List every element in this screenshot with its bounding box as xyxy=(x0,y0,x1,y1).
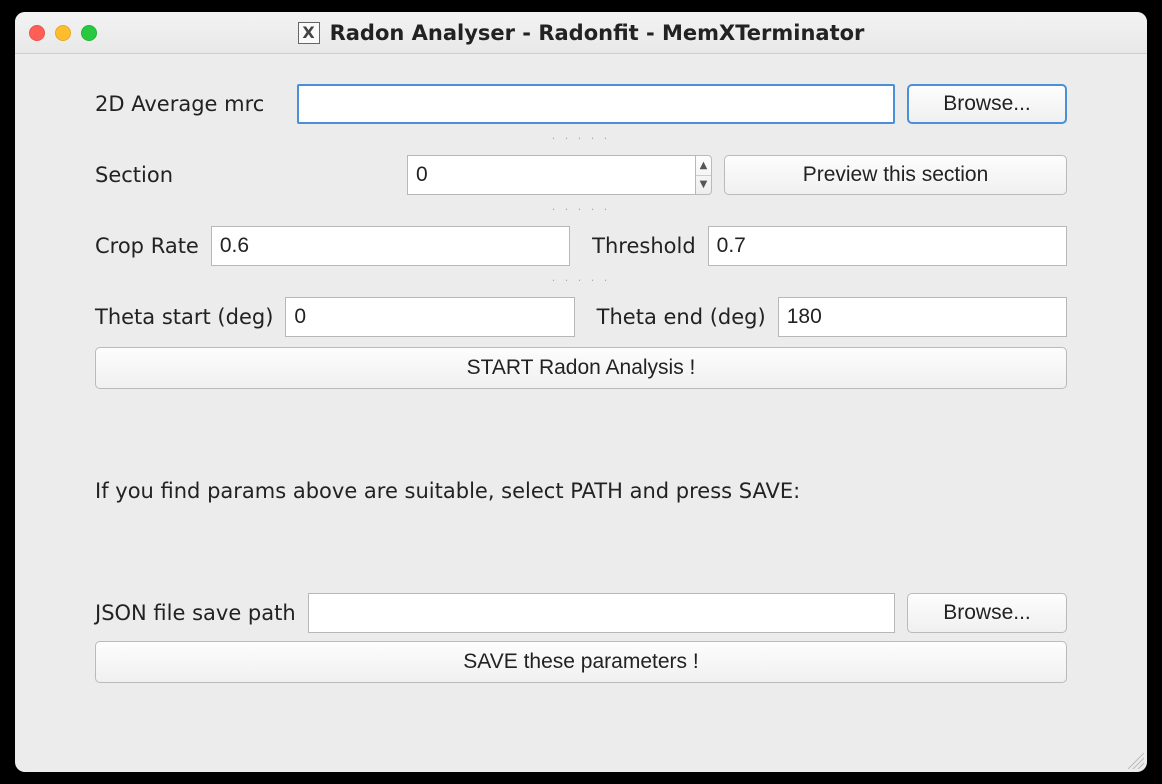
label-mrc: 2D Average mrc xyxy=(95,92,285,116)
label-theta-start: Theta start (deg) xyxy=(95,305,273,329)
spin-buttons: ▲ ▼ xyxy=(696,155,712,195)
info-text: If you find params above are suitable, s… xyxy=(95,479,1067,503)
theta-end-input[interactable] xyxy=(778,297,1067,337)
browse-mrc-button[interactable]: Browse... xyxy=(907,84,1067,124)
row-save: SAVE these parameters ! xyxy=(95,641,1067,683)
application-window: X Radon Analyser - Radonfit - MemXTermin… xyxy=(15,12,1147,772)
label-threshold: Threshold xyxy=(592,234,696,258)
titlebar: X Radon Analyser - Radonfit - MemXTermin… xyxy=(15,12,1147,54)
content-area: 2D Average mrc Browse... · · · · · Secti… xyxy=(15,54,1147,711)
mrc-path-input[interactable] xyxy=(297,84,895,124)
label-theta-end: Theta end (deg) xyxy=(597,305,766,329)
save-parameters-button[interactable]: SAVE these parameters ! xyxy=(95,641,1067,683)
row-json-path: JSON file save path Browse... xyxy=(95,593,1067,633)
row-theta: Theta start (deg) Theta end (deg) xyxy=(95,297,1067,337)
crop-rate-input[interactable] xyxy=(211,226,570,266)
minimize-icon[interactable] xyxy=(55,25,71,41)
resize-grip-icon[interactable] xyxy=(1124,749,1144,769)
chevron-up-icon[interactable]: ▲ xyxy=(696,156,711,176)
divider-dots: · · · · · xyxy=(95,203,1067,216)
label-json-path: JSON file save path xyxy=(95,601,296,625)
label-crop-rate: Crop Rate xyxy=(95,234,199,258)
app-icon: X xyxy=(298,22,320,44)
close-icon[interactable] xyxy=(29,25,45,41)
threshold-input[interactable] xyxy=(708,226,1067,266)
row-section: Section ▲ ▼ Preview this section xyxy=(95,155,1067,195)
preview-section-button[interactable]: Preview this section xyxy=(724,155,1067,195)
chevron-down-icon[interactable]: ▼ xyxy=(696,176,711,195)
section-spinbox[interactable]: ▲ ▼ xyxy=(407,155,712,195)
window-controls xyxy=(29,25,97,41)
json-path-input[interactable] xyxy=(308,593,895,633)
browse-json-button[interactable]: Browse... xyxy=(907,593,1067,633)
section-input[interactable] xyxy=(407,155,696,195)
start-analysis-button[interactable]: START Radon Analysis ! xyxy=(95,347,1067,389)
row-mrc: 2D Average mrc Browse... xyxy=(95,84,1067,124)
divider-dots: · · · · · xyxy=(95,132,1067,145)
title-wrap: X Radon Analyser - Radonfit - MemXTermin… xyxy=(298,21,865,45)
window-title: Radon Analyser - Radonfit - MemXTerminat… xyxy=(330,21,865,45)
label-section: Section xyxy=(95,163,395,187)
theta-start-input[interactable] xyxy=(285,297,574,337)
row-crop-threshold: Crop Rate Threshold xyxy=(95,226,1067,266)
divider-dots: · · · · · xyxy=(95,274,1067,287)
row-start: START Radon Analysis ! xyxy=(95,347,1067,389)
maximize-icon[interactable] xyxy=(81,25,97,41)
